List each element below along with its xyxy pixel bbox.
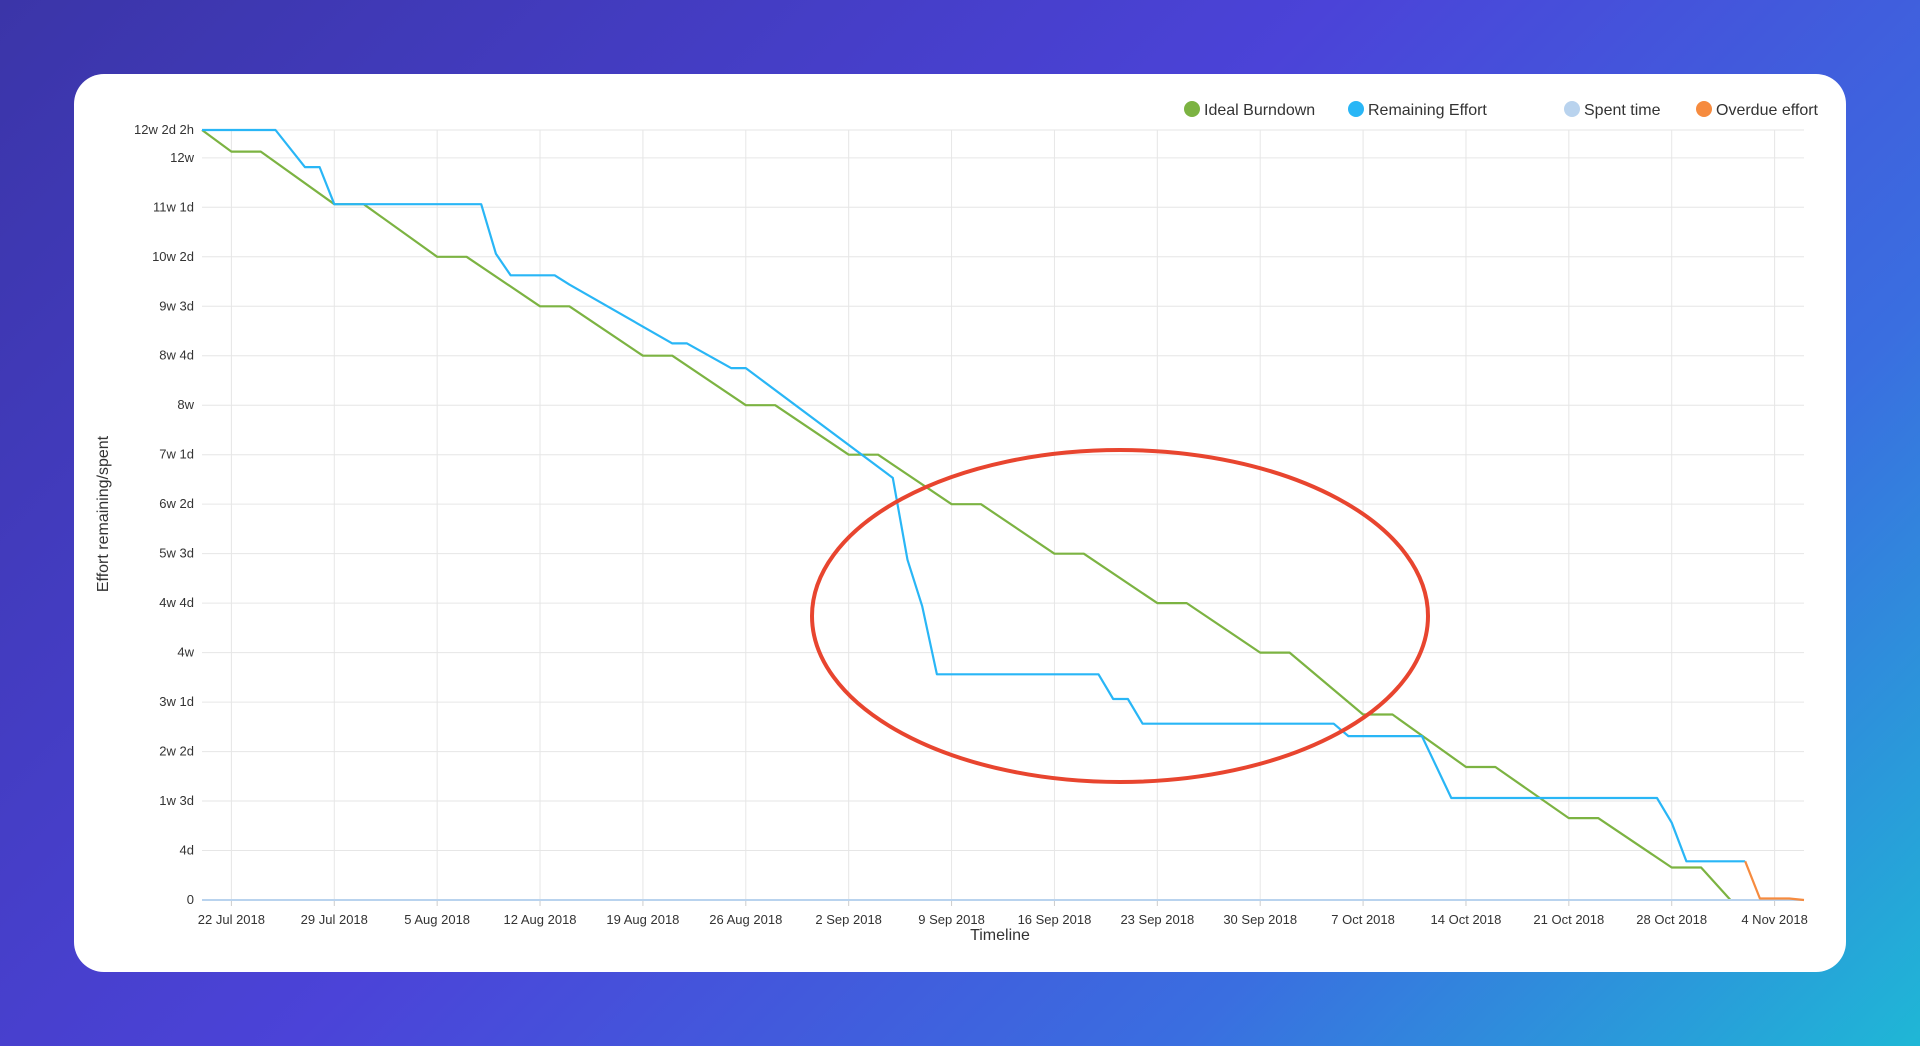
x-tick-label: 21 Oct 2018	[1533, 912, 1604, 927]
x-tick-label: 4 Nov 2018	[1741, 912, 1808, 927]
y-tick-label: 2w 2d	[159, 744, 194, 759]
y-tick-label: 3w 1d	[159, 694, 194, 709]
legend-label: Ideal Burndown	[1204, 102, 1315, 119]
y-tick-label: 5w 3d	[159, 546, 194, 561]
x-tick-label: 2 Sep 2018	[815, 912, 882, 927]
y-tick-label: 0	[187, 892, 194, 907]
x-tick-label: 7 Oct 2018	[1331, 912, 1395, 927]
x-tick-label: 19 Aug 2018	[606, 912, 679, 927]
y-tick-label: 9w 3d	[159, 298, 194, 313]
x-tick-label: 16 Sep 2018	[1018, 912, 1092, 927]
x-tick-label: 14 Oct 2018	[1431, 912, 1502, 927]
annotation-ellipse	[810, 448, 1430, 784]
y-tick-label: 7w 1d	[159, 447, 194, 462]
series-line-ideal-burndown	[201, 129, 1732, 901]
x-tick-label: 23 Sep 2018	[1120, 912, 1194, 927]
y-tick-label: 10w 2d	[152, 249, 194, 264]
legend-marker	[1348, 101, 1364, 117]
y-tick-label: 8w 4d	[159, 348, 194, 363]
y-tick-label: 1w 3d	[159, 793, 194, 808]
chart-card: 0 4d 1w 3d 2w 2d 3w 1d 4w 4w 4d 5w 3d 6w 2d 7w 1d…	[74, 74, 1846, 972]
legend-marker	[1696, 101, 1712, 117]
legend-item-remaining-effort[interactable]: Remaining Effort	[1348, 101, 1487, 119]
y-axis-title: Effort remaining/spent	[95, 435, 112, 592]
legend-item-overdue-effort[interactable]: Overdue effort	[1696, 101, 1819, 119]
y-tick-label: 4w	[177, 645, 194, 660]
y-tick-label: 4d	[180, 843, 194, 858]
y-tick-label: 8w	[177, 397, 194, 412]
x-axis-title: Timeline	[970, 927, 1030, 944]
x-tick-label: 29 Jul 2018	[301, 912, 368, 927]
legend-label: Remaining Effort	[1368, 102, 1487, 119]
x-tick-label: 9 Sep 2018	[918, 912, 985, 927]
burndown-chart: 0 4d 1w 3d 2w 2d 3w 1d 4w 4w 4d 5w 3d 6w 2d 7w 1d…	[95, 101, 1819, 944]
x-tick-label: 28 Oct 2018	[1636, 912, 1707, 927]
y-tick-label: 6w 2d	[159, 496, 194, 511]
y-tick-label: 12w 2d 2h	[134, 122, 194, 137]
x-tick-label: 26 Aug 2018	[709, 912, 782, 927]
y-tick-label: 12w	[170, 150, 194, 165]
legend-marker	[1184, 101, 1200, 117]
legend-label: Overdue effort	[1716, 102, 1819, 119]
x-tick-label: 30 Sep 2018	[1223, 912, 1297, 927]
legend-item-spent-time[interactable]: Spent time	[1564, 101, 1661, 119]
y-tick-label: 11w 1d	[153, 199, 194, 214]
x-tick-label: 12 Aug 2018	[504, 912, 577, 927]
y-tick-label: 4w 4d	[159, 595, 194, 610]
x-tick-label: 22 Jul 2018	[198, 912, 265, 927]
x-tick-label: 5 Aug 2018	[404, 912, 470, 927]
legend-item-ideal-burndown[interactable]: Ideal Burndown	[1184, 101, 1315, 119]
legend-marker	[1564, 101, 1580, 117]
legend-label: Spent time	[1584, 102, 1661, 119]
